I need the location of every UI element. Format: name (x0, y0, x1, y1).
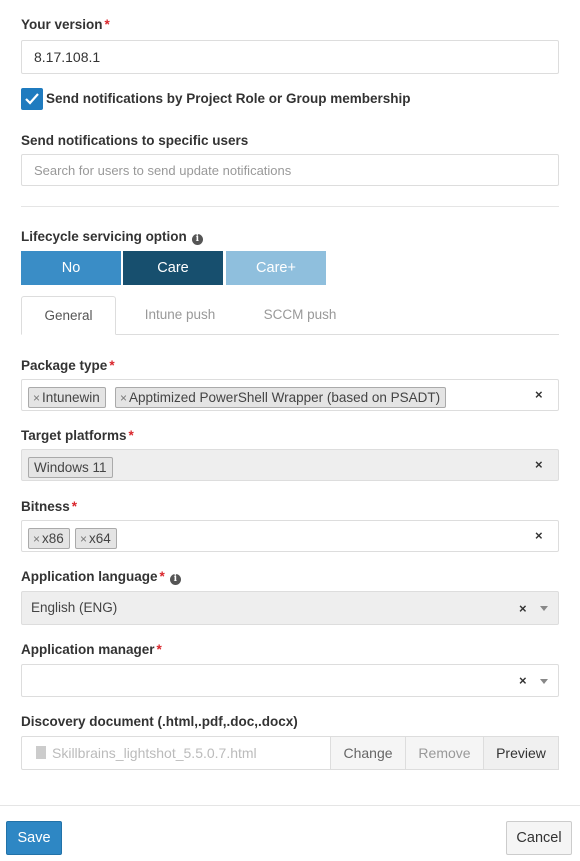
version-input[interactable] (21, 40, 559, 74)
cancel-button[interactable]: Cancel (506, 821, 572, 855)
target-platforms-label: Target platforms * (21, 428, 134, 443)
required-mark: * (104, 17, 110, 32)
chevron-down-icon[interactable] (540, 679, 548, 684)
package-type-label: Package type * (21, 358, 115, 373)
tag-x86: × x86 (28, 528, 70, 549)
notify-users-search-input[interactable] (21, 154, 559, 186)
bitness-select[interactable]: × x86 × x64 × (21, 520, 559, 552)
save-button[interactable]: Save (6, 821, 62, 855)
lifecycle-label: Lifecycle servicing option i (21, 229, 203, 245)
clear-icon[interactable]: × (519, 601, 527, 616)
clear-icon[interactable]: × (535, 457, 543, 472)
remove-tag-icon[interactable]: × (33, 532, 40, 546)
clear-icon[interactable]: × (535, 528, 543, 543)
discovery-label: Discovery document (.html,.pdf,.doc,.doc… (21, 714, 298, 729)
lifecycle-option-care[interactable]: Care (123, 251, 223, 285)
app-language-select[interactable]: English (ENG) × (21, 591, 559, 625)
clear-icon[interactable]: × (535, 387, 543, 402)
footer-divider (0, 805, 580, 806)
app-language-value: English (ENG) (31, 600, 118, 615)
remove-tag-icon[interactable]: × (33, 391, 40, 405)
discovery-file-group: Skillbrains_lightshot_5.5.0.7.html Chang… (21, 736, 559, 770)
required-mark: * (71, 499, 78, 514)
info-icon: i (169, 574, 181, 585)
info-icon: i (191, 234, 203, 245)
app-language-label: Application language * i (21, 569, 181, 585)
package-type-select[interactable]: × Intunewin × Apptimized PowerShell Wrappe… (21, 379, 559, 411)
checkmark-icon (25, 93, 39, 105)
tag-psadt-wrapper: × Apptimized PowerShell Wrapper (based on… (115, 387, 447, 408)
change-button[interactable]: Change (330, 736, 406, 770)
section-divider (21, 206, 559, 207)
tag-x64: × x64 (75, 528, 117, 549)
notify-roles-checkbox[interactable] (21, 88, 43, 110)
required-mark: * (159, 569, 165, 584)
app-manager-label: Application manager * (21, 642, 162, 657)
notify-roles-label: Send notifications by Project Role or Gr… (46, 91, 411, 106)
tab-sccm-push[interactable]: SCCM push (250, 296, 350, 335)
chevron-down-icon[interactable] (540, 606, 548, 611)
notify-users-label: Send notifications to specific users (21, 133, 249, 148)
tab-intune-push[interactable]: Intune push (130, 296, 230, 335)
file-icon (36, 746, 46, 759)
bitness-label: Bitness * (21, 499, 78, 514)
required-mark: * (128, 428, 134, 443)
version-label: Your version * (21, 17, 110, 32)
tab-general[interactable]: General (21, 296, 116, 335)
required-mark: * (156, 642, 162, 657)
lifecycle-option-care-plus[interactable]: Care+ (226, 251, 326, 285)
tag-windows-11: Windows 11 (28, 457, 113, 478)
target-platforms-select[interactable]: Windows 11 × (21, 449, 559, 481)
remove-tag-icon[interactable]: × (120, 391, 127, 405)
required-mark: * (109, 358, 115, 373)
preview-button[interactable]: Preview (483, 736, 559, 770)
lifecycle-option-no[interactable]: No (21, 251, 121, 285)
clear-icon[interactable]: × (519, 673, 527, 688)
remove-button[interactable]: Remove (405, 736, 484, 770)
remove-tag-icon[interactable]: × (80, 532, 87, 546)
app-manager-select[interactable]: × (21, 664, 559, 697)
discovery-file-name: Skillbrains_lightshot_5.5.0.7.html (36, 745, 257, 761)
tag-intunewin: × Intunewin (28, 387, 106, 408)
